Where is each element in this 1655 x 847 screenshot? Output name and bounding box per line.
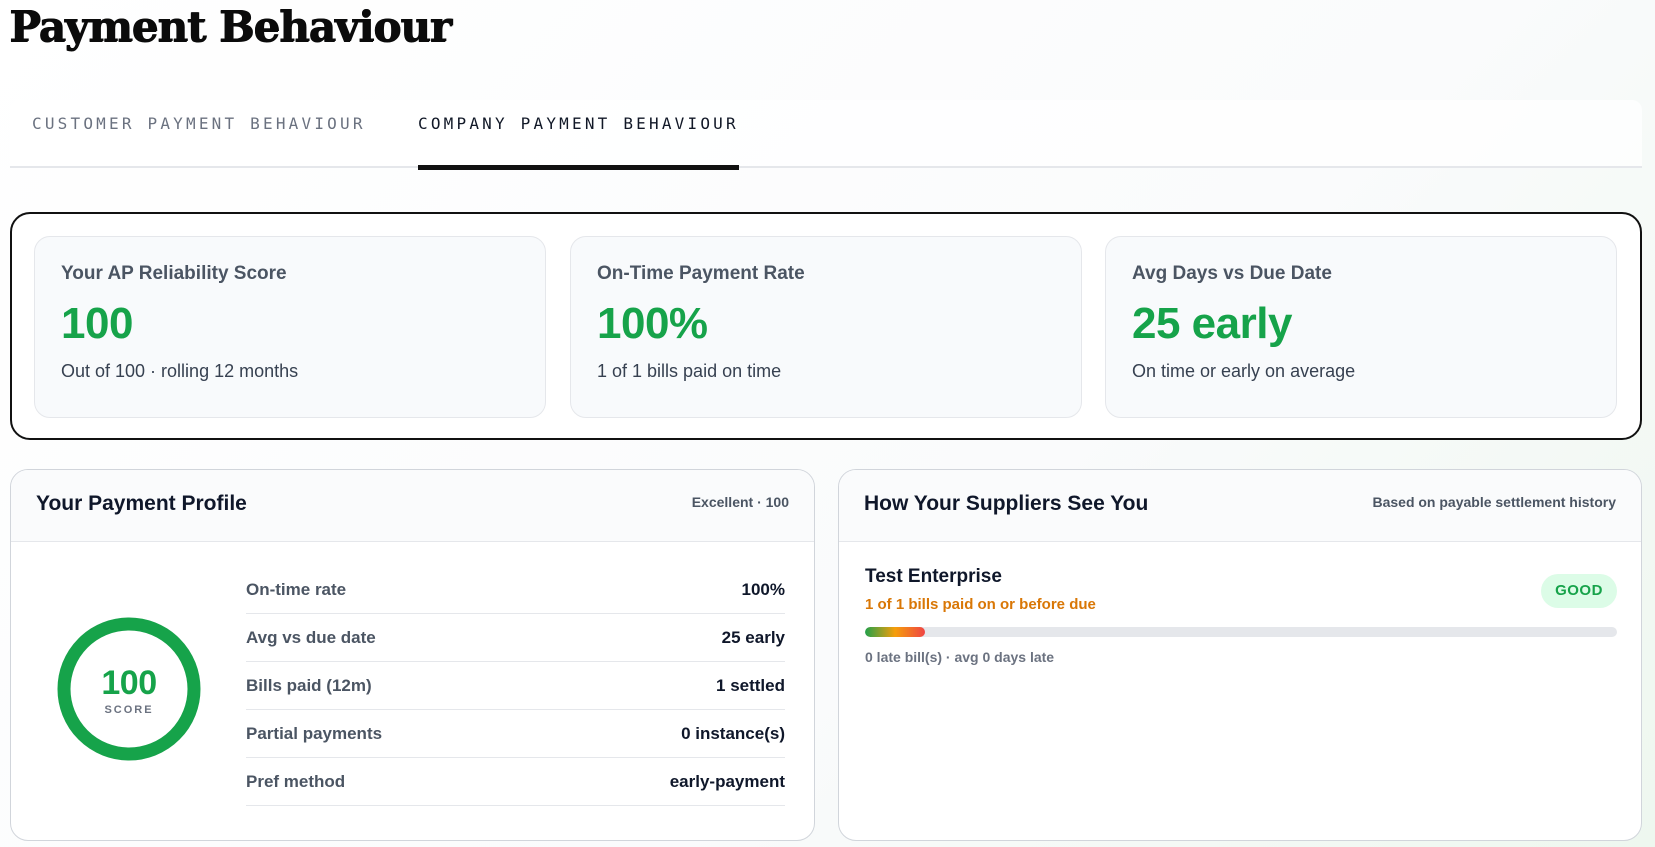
kpi-value: 100	[61, 299, 133, 348]
status-badge: GOOD	[1541, 574, 1617, 608]
supplier-progress-bar	[865, 627, 1617, 637]
stat-label: Pref method	[246, 772, 346, 791]
stat-value: 100%	[741, 580, 785, 599]
stat-label: Partial payments	[246, 724, 383, 743]
stat-label: On-time rate	[246, 580, 347, 599]
stat-value: 25 early	[721, 628, 785, 647]
kpi-subtext: 1 of 1 bills paid on time	[597, 361, 782, 381]
kpi-label: Your AP Reliability Score	[61, 263, 287, 284]
profile-stats-list: On-time rate 100% Avg vs due date 25 ear…	[246, 566, 785, 806]
panel-title: How Your Suppliers See You	[864, 492, 1149, 515]
page-title: Payment Behaviour	[9, 2, 452, 51]
stat-row-partial-payments: Partial payments 0 instance(s)	[246, 710, 785, 758]
stat-label: Bills paid (12m)	[246, 676, 372, 695]
panel-header: Your Payment Profile Excellent · 100	[11, 470, 814, 542]
score-value: 100	[101, 664, 157, 702]
stat-value: early-payment	[669, 772, 785, 791]
stat-row-on-time-rate: On-time rate 100%	[246, 566, 785, 614]
supplier-summary: 1 of 1 bills paid on or before due	[865, 596, 1096, 613]
kpi-summary: Your AP Reliability Score 100 Out of 100…	[10, 212, 1642, 440]
kpi-card-on-time-rate: On-Time Payment Rate 100% 1 of 1 bills p…	[570, 236, 1082, 418]
supplier-item: Test Enterprise 1 of 1 bills paid on or …	[865, 566, 1617, 665]
stat-row-bills-paid: Bills paid (12m) 1 settled	[246, 662, 785, 710]
panel-title: Your Payment Profile	[36, 492, 247, 515]
stat-row-avg-vs-due: Avg vs due date 25 early	[246, 614, 785, 662]
stat-row-pref-method: Pref method early-payment	[246, 758, 785, 806]
profile-rating: Excellent · 100	[691, 494, 789, 510]
stat-label: Avg vs due date	[246, 628, 376, 647]
kpi-card-reliability-score: Your AP Reliability Score 100 Out of 100…	[34, 236, 546, 418]
panel-meta: Based on payable settlement history	[1372, 494, 1616, 510]
score-gauge: 100 SCORE	[56, 616, 202, 762]
payment-profile-panel: Your Payment Profile Excellent · 100 100…	[10, 469, 815, 841]
kpi-label: On-Time Payment Rate	[597, 263, 805, 284]
supplier-view-panel: How Your Suppliers See You Based on paya…	[838, 469, 1642, 841]
kpi-card-avg-days-vs-due: Avg Days vs Due Date 25 early On time or…	[1105, 236, 1617, 418]
kpi-value: 25 early	[1132, 299, 1292, 348]
score-caption: SCORE	[104, 704, 154, 716]
supplier-progress-fill	[865, 627, 926, 637]
supplier-late-summary: 0 late bill(s) · avg 0 days late	[865, 649, 1055, 665]
supplier-name: Test Enterprise	[865, 566, 1002, 587]
tab-company-payment-behaviour[interactable]: COMPANY PAYMENT BEHAVIOUR	[418, 100, 739, 170]
tab-bar: CUSTOMER PAYMENT BEHAVIOUR COMPANY PAYME…	[10, 100, 1642, 170]
kpi-label: Avg Days vs Due Date	[1132, 263, 1332, 284]
stat-value: 1 settled	[716, 676, 785, 695]
tab-customer-payment-behaviour[interactable]: CUSTOMER PAYMENT BEHAVIOUR	[32, 100, 366, 168]
kpi-subtext: On time or early on average	[1132, 361, 1356, 381]
panel-header: How Your Suppliers See You Based on paya…	[839, 470, 1641, 542]
kpi-value: 100%	[597, 299, 708, 348]
kpi-subtext: Out of 100 · rolling 12 months	[61, 361, 299, 381]
stat-value: 0 instance(s)	[681, 724, 785, 743]
